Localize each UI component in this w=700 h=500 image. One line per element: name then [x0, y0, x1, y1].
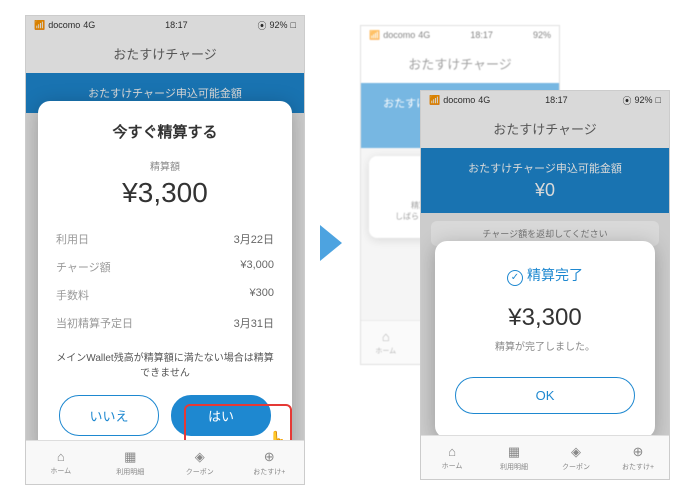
history-icon: ▦	[124, 449, 136, 465]
nav-otasuke[interactable]: ⊕おたすけ+	[235, 441, 305, 484]
completion-title: 精算完了	[455, 265, 635, 286]
bottom-nav: ⌂ホーム ▦利用明細 ◈クーポン ⊕おたすけ+	[421, 435, 669, 479]
nav-home[interactable]: ⌂ホーム	[361, 321, 411, 364]
page-title: おたすけチャージ	[361, 44, 559, 83]
amount-label: 精算額	[56, 158, 274, 173]
nav-otasuke[interactable]: ⊕おたすけ+	[607, 436, 669, 479]
completion-modal: 精算完了 ¥3,300 精算が完了しました。 OK	[435, 241, 655, 438]
arrow-icon	[320, 225, 342, 261]
detail-row: 手数料¥300	[56, 281, 274, 309]
completion-amount: ¥3,300	[455, 304, 635, 332]
home-icon: ⌂	[448, 444, 456, 459]
phone-screen-3: 📶docomo4G 18:17 ⦿92%□ おたすけチャージ おたすけチャージ申…	[420, 90, 670, 480]
modal-title: 今すぐ精算する	[56, 121, 274, 142]
nav-history[interactable]: ▦利用明細	[96, 441, 166, 484]
nav-coupon[interactable]: ◈クーポン	[165, 441, 235, 484]
warning-note: メインWallet残高が精算額に満たない場合は精算できません	[56, 351, 274, 381]
nav-history[interactable]: ▦利用明細	[483, 436, 545, 479]
phone-screen-1: 📶docomo4G 18:17 ⦿92%□ おたすけチャージ おたすけチャージ申…	[25, 15, 305, 485]
settlement-amount: ¥3,300	[56, 177, 274, 209]
coupon-icon: ◈	[571, 444, 581, 460]
plus-icon: ⊕	[633, 444, 644, 460]
yes-button[interactable]: はい	[171, 395, 271, 436]
coupon-icon: ◈	[195, 449, 205, 465]
home-icon: ⌂	[57, 449, 65, 464]
completion-message: 精算が完了しました。	[455, 338, 635, 353]
nav-home[interactable]: ⌂ホーム	[26, 441, 96, 484]
nav-coupon[interactable]: ◈クーポン	[545, 436, 607, 479]
detail-row: 当初精算予定日3月31日	[56, 309, 274, 337]
status-bar: 📶docomo4G 18:17 92%	[361, 26, 559, 44]
detail-row: チャージ額¥3,000	[56, 253, 274, 281]
nav-home[interactable]: ⌂ホーム	[421, 436, 483, 479]
history-icon: ▦	[508, 444, 520, 460]
settlement-modal: 今すぐ精算する 精算額 ¥3,300 利用日3月22日 チャージ額¥3,000 …	[38, 101, 292, 456]
no-button[interactable]: いいえ	[59, 395, 159, 436]
bottom-nav: ⌂ホーム ▦利用明細 ◈クーポン ⊕おたすけ+	[26, 440, 304, 484]
plus-icon: ⊕	[264, 449, 275, 465]
ok-button[interactable]: OK	[455, 377, 635, 414]
detail-row: 利用日3月22日	[56, 225, 274, 253]
